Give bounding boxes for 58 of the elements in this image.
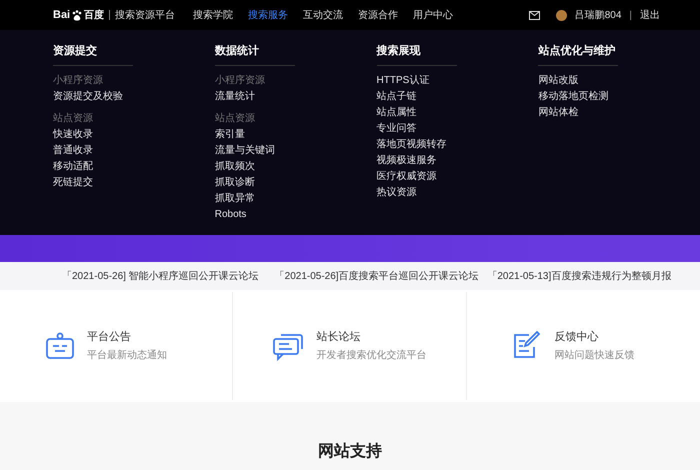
menu-item[interactable]: 网站体检 bbox=[538, 104, 578, 120]
menu-heading: 搜索展现 bbox=[376, 43, 456, 66]
card-description: 平台最新动态通知 bbox=[87, 348, 168, 364]
menu-item[interactable]: 站点子链 bbox=[376, 88, 416, 104]
nav-link[interactable]: 用户中心 bbox=[413, 8, 454, 22]
chat-bubbles-icon bbox=[272, 331, 304, 361]
card-title[interactable]: 平台公告 bbox=[87, 328, 188, 346]
card-title[interactable]: 站长论坛 bbox=[316, 328, 426, 346]
menu-group-label: 站点资源 bbox=[214, 112, 256, 126]
menu-item[interactable]: 热议资源 bbox=[376, 184, 416, 200]
news-link[interactable]: 「2021-05-26]百度搜索平台巡回公开课云论坛 bbox=[274, 268, 479, 284]
menu-item[interactable]: HTTPS认证 bbox=[376, 72, 430, 88]
separator: | bbox=[629, 8, 632, 22]
menu-heading: 数据统计 bbox=[214, 43, 295, 66]
menu-item[interactable]: 视频极速服务 bbox=[376, 152, 436, 168]
card-title[interactable]: 反馈中心 bbox=[554, 328, 654, 346]
user-name[interactable]: 吕瑞鹏804 bbox=[574, 8, 622, 22]
logo-text: Bai bbox=[53, 8, 70, 23]
menu-item[interactable]: 流量与关键词 bbox=[214, 142, 275, 158]
section-heading: 网站支持 bbox=[318, 442, 382, 462]
menu-item[interactable]: 死链提交 bbox=[53, 174, 93, 190]
notice-board-icon bbox=[45, 331, 76, 361]
nav-link[interactable]: 搜索服务 bbox=[248, 8, 288, 22]
menu-group-label: 小程序资源 bbox=[214, 74, 266, 88]
menu-item[interactable]: 抓取异常 bbox=[214, 190, 255, 206]
menu-item[interactable]: 站点属性 bbox=[376, 104, 416, 120]
news-link[interactable]: 「2021-05-13]百度搜索违规行为整顿月报 bbox=[487, 268, 672, 284]
menu-item[interactable]: 专业问答 bbox=[376, 120, 416, 136]
nav-link[interactable]: 资源合作 bbox=[358, 8, 398, 22]
menu-item[interactable]: 移动落地页检测 bbox=[538, 88, 608, 104]
menu-item[interactable]: 落地页视频转存 bbox=[376, 136, 446, 152]
logout-link[interactable]: 退出 bbox=[640, 8, 660, 22]
menu-item[interactable]: 抓取频次 bbox=[214, 158, 255, 174]
card-description: 网站问题快速反馈 bbox=[554, 348, 636, 364]
menu-heading: 资源提交 bbox=[53, 43, 133, 66]
avatar[interactable] bbox=[556, 10, 567, 20]
paw-logo-icon bbox=[71, 9, 84, 21]
menu-heading: 站点优化与维护 bbox=[538, 43, 618, 66]
menu-group-label: 小程序资源 bbox=[53, 74, 104, 88]
menu-item[interactable]: 资源提交及校验 bbox=[53, 88, 123, 104]
menu-item[interactable]: 抓取诊断 bbox=[214, 174, 255, 190]
nav-link[interactable]: 搜索学院 bbox=[193, 8, 234, 22]
mail-icon[interactable] bbox=[528, 10, 540, 20]
menu-group-label: 站点资源 bbox=[53, 112, 94, 126]
menu-item[interactable]: 网站改版 bbox=[538, 72, 578, 88]
edit-document-icon bbox=[512, 331, 542, 361]
menu-item[interactable]: 流量统计 bbox=[214, 88, 255, 104]
card-description: 开发者搜索优化交流平台 bbox=[316, 348, 426, 364]
menu-item[interactable]: 医疗权威资源 bbox=[376, 168, 436, 184]
menu-item[interactable]: 索引量 bbox=[214, 126, 245, 142]
menu-item[interactable]: Robots bbox=[214, 206, 246, 222]
nav-link[interactable]: 互动交流 bbox=[303, 8, 344, 22]
menu-item[interactable]: 移动适配 bbox=[53, 158, 93, 174]
logo-text: 百度 bbox=[84, 8, 104, 22]
platform-title: 搜索资源平台 bbox=[115, 8, 176, 22]
menu-item[interactable]: 普通收录 bbox=[53, 142, 93, 158]
news-link[interactable]: 「2021-05-26] 智能小程序巡回公开课云论坛 bbox=[62, 268, 259, 284]
menu-item[interactable]: 快速收录 bbox=[53, 126, 93, 142]
